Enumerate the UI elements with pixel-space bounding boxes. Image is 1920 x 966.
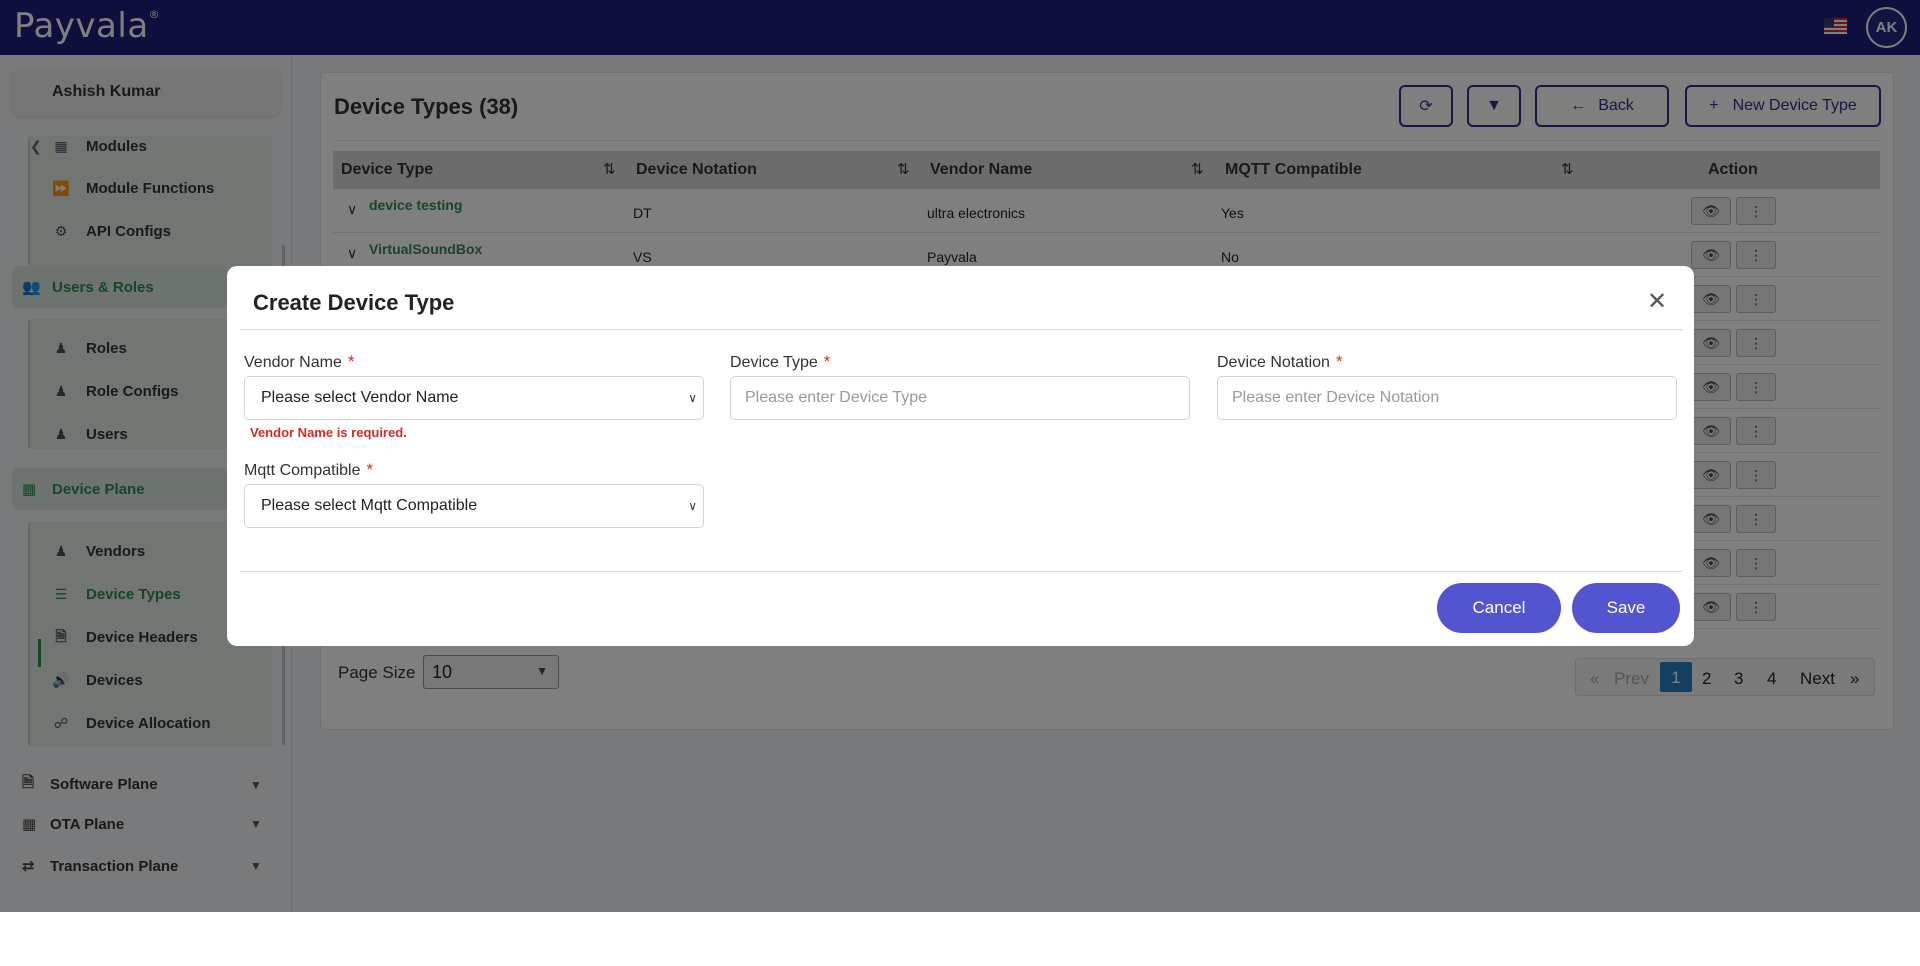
required-asterisk: *	[1335, 352, 1343, 371]
modal-title: Create Device Type	[253, 290, 455, 315]
chevron-down-icon: ∨	[688, 391, 697, 405]
vendor-name-select[interactable]: Please select Vendor Name ∨	[244, 376, 704, 420]
vendor-name-label: Vendor Name *	[244, 352, 355, 371]
chevron-down-icon: ∨	[688, 499, 697, 513]
required-asterisk: *	[347, 352, 355, 371]
required-asterisk: *	[823, 352, 831, 371]
device-type-label: Device Type *	[730, 352, 831, 371]
modal-footer-divider	[240, 571, 1683, 572]
cancel-button[interactable]: Cancel	[1437, 583, 1561, 633]
save-button[interactable]: Save	[1572, 583, 1680, 633]
required-asterisk: *	[366, 460, 374, 479]
mqtt-compatible-select[interactable]: Please select Mqtt Compatible ∨	[244, 484, 704, 528]
app-shell: Payvala® AK Ashish Kumar ❮ ▦ Modules ⏩ M…	[0, 0, 1920, 912]
close-icon[interactable]: ✕	[1647, 290, 1667, 314]
vendor-name-error: Vendor Name is required.	[250, 425, 407, 440]
create-device-type-modal: Create Device Type ✕ Vendor Name * Please…	[227, 266, 1694, 646]
mqtt-compatible-label: Mqtt Compatible *	[244, 460, 374, 479]
device-notation-input[interactable]: Please enter Device Notation	[1217, 376, 1677, 420]
device-notation-label: Device Notation *	[1217, 352, 1343, 371]
modal-header-divider	[240, 329, 1683, 330]
device-type-input[interactable]: Please enter Device Type	[730, 376, 1190, 420]
